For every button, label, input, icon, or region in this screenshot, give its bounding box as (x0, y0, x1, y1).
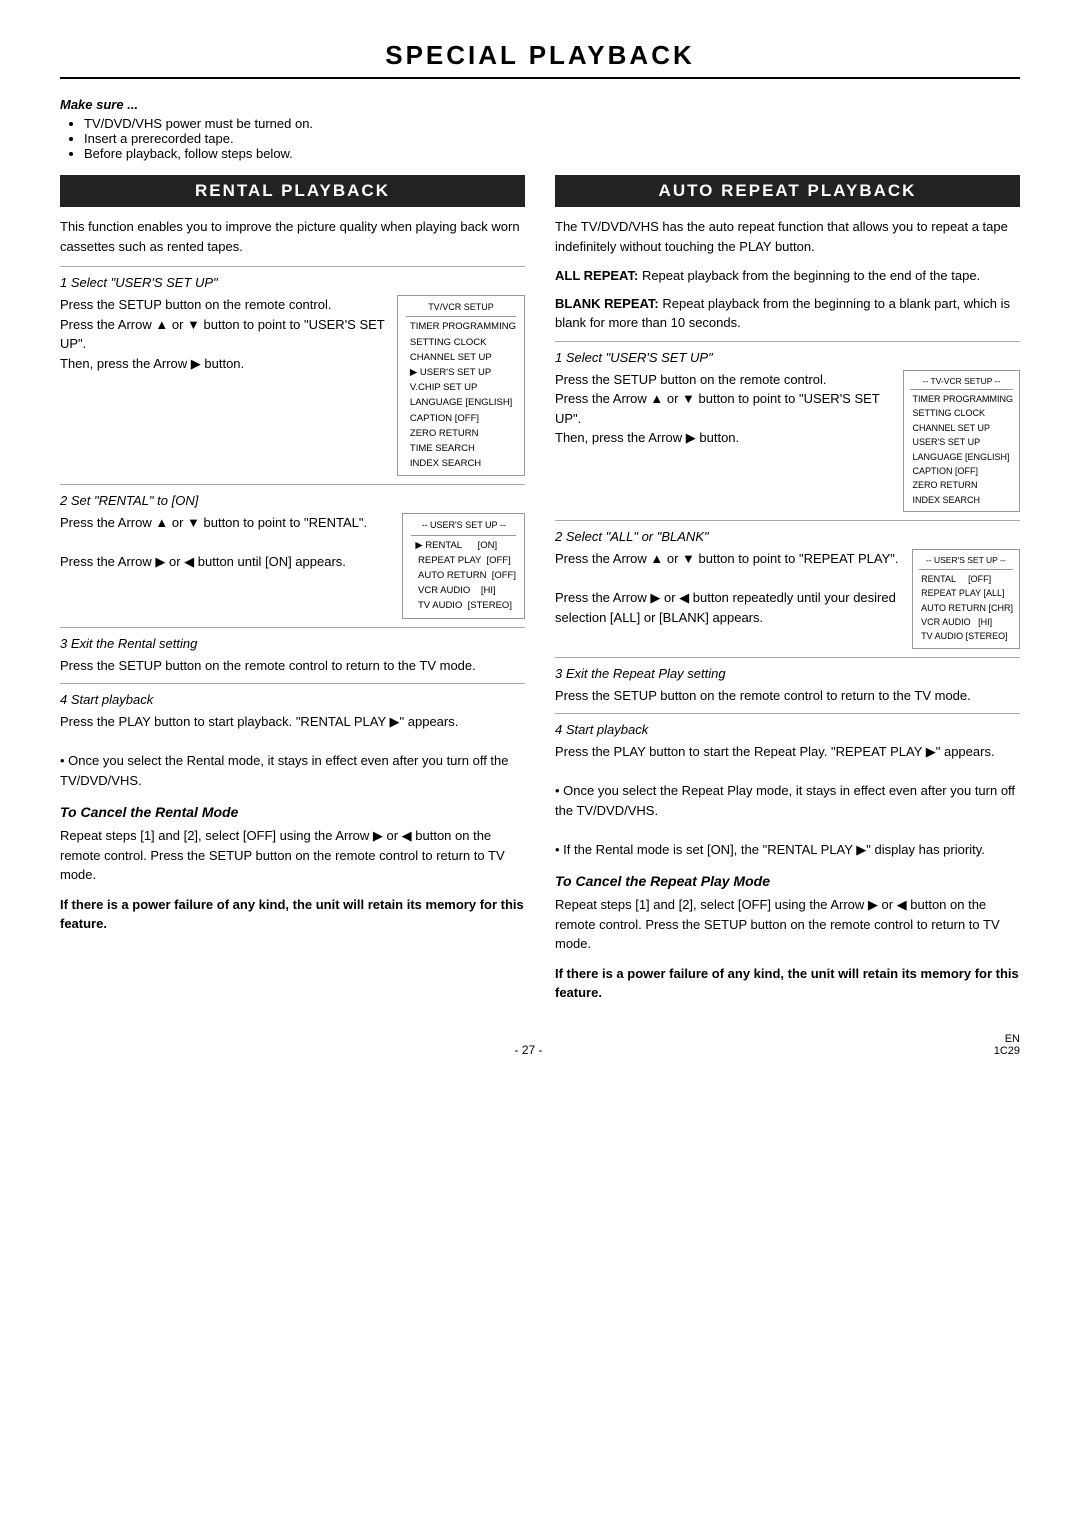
footer: - 27 - EN 1C29 (60, 1033, 1020, 1057)
auto-step-3-text: Press the SETUP button on the remote con… (555, 686, 1020, 706)
rental-step-1-text: Press the SETUP button on the remote con… (60, 295, 387, 373)
auto-step-4: 4 Start playback Press the PLAY button t… (555, 713, 1020, 859)
auto-repeat-header: AUTO REPEAT PLAYBACK (555, 175, 1020, 207)
rental-cancel: To Cancel the Rental Mode Repeat steps [… (60, 804, 525, 934)
auto-repeat-cancel-note: If there is a power failure of any kind,… (555, 964, 1020, 1003)
rental-step-3-title: 3 Exit the Rental setting (60, 636, 525, 651)
auto-step-2-text: Press the Arrow ▲ or ▼ button to point t… (555, 549, 902, 627)
rental-step-2: 2 Set "RENTAL" to [ON] Press the Arrow ▲… (60, 484, 525, 618)
make-sure-list: TV/DVD/VHS power must be turned on. Inse… (84, 116, 1020, 161)
rental-step-2-menu: -- USER'S SET UP -- RENTAL [ON] REPEAT P… (402, 513, 525, 618)
auto-repeat-cancel: To Cancel the Repeat Play Mode Repeat st… (555, 873, 1020, 1003)
rental-step-2-title: 2 Set "RENTAL" to [ON] (60, 493, 525, 508)
rental-step-4-title: 4 Start playback (60, 692, 525, 707)
auto-step-2-menu: -- USER'S SET UP -- RENTAL [OFF] REPEAT … (912, 549, 1020, 649)
auto-repeat-intro: The TV/DVD/VHS has the auto repeat funct… (555, 217, 1020, 256)
rental-cancel-note: If there is a power failure of any kind,… (60, 895, 525, 934)
auto-step-3: 3 Exit the Repeat Play setting Press the… (555, 657, 1020, 706)
rental-cancel-text: Repeat steps [1] and [2], select [OFF] u… (60, 826, 525, 885)
rental-step-4-text: Press the PLAY button to start playback.… (60, 712, 525, 790)
auto-step-1-menu: -- TV-VCR SETUP -- TIMER PROGRAMMING SET… (903, 370, 1020, 513)
blank-repeat-def: BLANK REPEAT: Repeat playback from the b… (555, 294, 1020, 333)
page-title: SPECIAL PLAYBACK (60, 40, 1020, 79)
all-repeat-def: ALL REPEAT: Repeat playback from the beg… (555, 266, 1020, 286)
auto-step-4-text: Press the PLAY button to start the Repea… (555, 742, 1020, 859)
rental-step-1-title: 1 Select "USER'S SET UP" (60, 275, 525, 290)
auto-repeat-section: AUTO REPEAT PLAYBACK The TV/DVD/VHS has … (555, 175, 1020, 1003)
footer-page: - 27 - (63, 1043, 993, 1057)
rental-section: RENTAL PLAYBACK This function enables yo… (60, 175, 525, 1003)
rental-step-4: 4 Start playback Press the PLAY button t… (60, 683, 525, 790)
make-sure-item-3: Before playback, follow steps below. (84, 146, 1020, 161)
rental-intro: This function enables you to improve the… (60, 217, 525, 256)
auto-step-1: 1 Select "USER'S SET UP" Press the SETUP… (555, 341, 1020, 513)
auto-step-1-text: Press the SETUP button on the remote con… (555, 370, 893, 448)
rental-step-1: 1 Select "USER'S SET UP" Press the SETUP… (60, 266, 525, 476)
auto-step-1-title: 1 Select "USER'S SET UP" (555, 350, 1020, 365)
auto-repeat-cancel-text: Repeat steps [1] and [2], select [OFF] u… (555, 895, 1020, 954)
auto-step-2-title: 2 Select "ALL" or "BLANK" (555, 529, 1020, 544)
auto-step-3-title: 3 Exit the Repeat Play setting (555, 666, 1020, 681)
make-sure-item-1: TV/DVD/VHS power must be turned on. (84, 116, 1020, 131)
make-sure-item-2: Insert a prerecorded tape. (84, 131, 1020, 146)
rental-cancel-title: To Cancel the Rental Mode (60, 804, 525, 820)
rental-step-3: 3 Exit the Rental setting Press the SETU… (60, 627, 525, 676)
make-sure-label: Make sure ... (60, 97, 1020, 112)
rental-step-1-menu: TV/VCR SETUP TIMER PROGRAMMING SETTING C… (397, 295, 525, 476)
rental-step-3-text: Press the SETUP button on the remote con… (60, 656, 525, 676)
rental-step-2-text: Press the Arrow ▲ or ▼ button to point t… (60, 513, 392, 572)
footer-info: EN 1C29 (994, 1033, 1020, 1057)
rental-header: RENTAL PLAYBACK (60, 175, 525, 207)
auto-step-4-title: 4 Start playback (555, 722, 1020, 737)
auto-repeat-cancel-title: To Cancel the Repeat Play Mode (555, 873, 1020, 889)
auto-step-2: 2 Select "ALL" or "BLANK" Press the Arro… (555, 520, 1020, 649)
